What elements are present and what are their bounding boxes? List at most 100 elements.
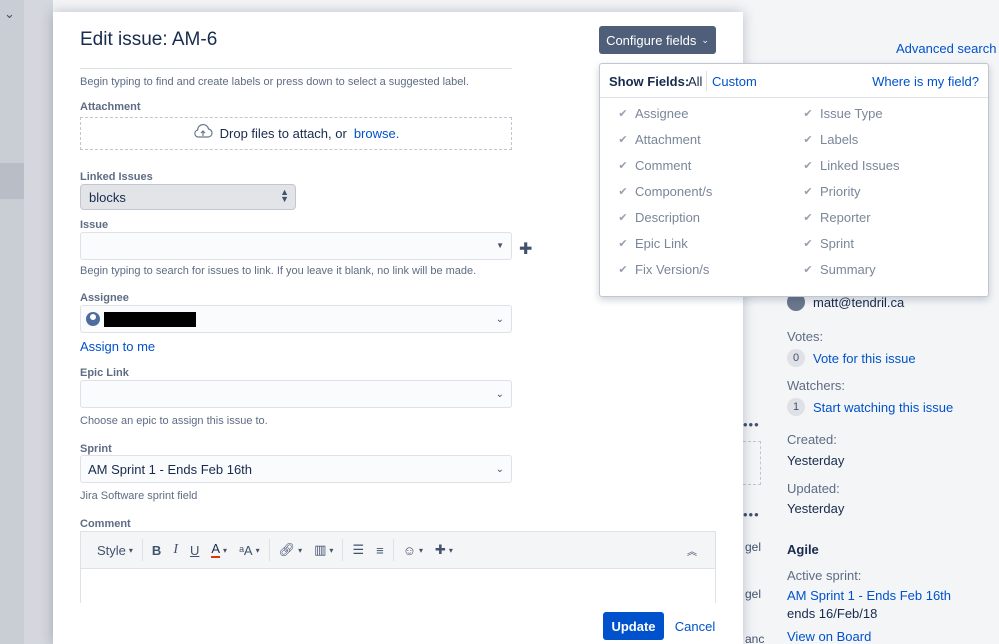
field-option[interactable]: ✔ Epic Link bbox=[618, 228, 808, 254]
link-button[interactable]: 🔗︎ ▾ bbox=[273, 539, 309, 561]
checkmark-icon: ✔ bbox=[803, 133, 813, 146]
emoji-icon: ☺ bbox=[402, 542, 416, 558]
more-actions-icon[interactable]: ••• bbox=[743, 507, 760, 522]
comment-label: Comment bbox=[80, 518, 131, 530]
issue-search-input[interactable]: ▼ bbox=[80, 232, 512, 260]
vote-link-text[interactable]: Vote for this issue bbox=[813, 351, 916, 366]
field-option[interactable]: ✔ Comment bbox=[618, 150, 808, 176]
drop-area-fragment bbox=[743, 441, 761, 485]
field-option-label: Assignee bbox=[635, 105, 689, 121]
bullet-list-button[interactable]: ☰ bbox=[346, 539, 370, 561]
link-type-select[interactable]: blocks ▲ ▼ bbox=[80, 184, 296, 210]
checkmark-icon: ✔ bbox=[803, 185, 813, 198]
toolbar-divider bbox=[342, 539, 344, 561]
field-option[interactable]: ✔ Labels bbox=[803, 124, 993, 150]
field-option[interactable]: ✔ Priority bbox=[803, 176, 993, 202]
italic-button[interactable]: I bbox=[167, 539, 184, 561]
field-option[interactable]: ✔ Component/s bbox=[618, 176, 808, 202]
labels-help-text: Begin typing to find and create labels o… bbox=[80, 76, 469, 88]
checkmark-icon: ✔ bbox=[618, 133, 628, 146]
nav-active-item[interactable] bbox=[0, 163, 24, 199]
active-sprint-label: Active sprint: bbox=[787, 568, 862, 583]
field-option[interactable]: ✔ Attachment bbox=[618, 124, 808, 150]
field-option-label: Summary bbox=[820, 261, 876, 277]
vote-link[interactable]: 0 Vote for this issue bbox=[787, 349, 916, 367]
watch-link[interactable]: 1 Start watching this issue bbox=[787, 398, 953, 416]
watchers-label: Watchers: bbox=[787, 378, 846, 393]
insert-more-button[interactable]: ✚ ▾ bbox=[429, 539, 459, 561]
checkmark-icon: ✔ bbox=[803, 263, 813, 276]
app-sidebar: ⌄ bbox=[0, 0, 53, 644]
dropdown-arrow-icon[interactable]: ▼ bbox=[496, 241, 504, 250]
issue-help-text: Begin typing to search for issues to lin… bbox=[80, 265, 477, 277]
background-text-fragment: gel bbox=[745, 587, 762, 601]
toolbar-divider bbox=[268, 539, 270, 561]
text-size-button[interactable]: ᵃA ▾ bbox=[233, 539, 266, 561]
assign-to-me-link[interactable]: Assign to me bbox=[80, 339, 155, 354]
labels-field-edge bbox=[80, 68, 512, 69]
update-button[interactable]: Update bbox=[603, 612, 664, 640]
chevron-down-icon: ▾ bbox=[298, 545, 303, 555]
select-arrows-icon: ▲ ▼ bbox=[280, 187, 289, 204]
field-option[interactable]: ✔ Issue Type bbox=[803, 98, 993, 124]
configure-fields-label: Configure fields bbox=[606, 32, 697, 48]
attachment-button[interactable]: ▥ ▾ bbox=[308, 539, 339, 561]
emoji-button[interactable]: ☺ ▾ bbox=[397, 539, 429, 561]
field-option[interactable]: ✔ Fix Version/s bbox=[618, 254, 808, 280]
field-option-label: Comment bbox=[635, 157, 692, 173]
chevron-down-icon: ▾ bbox=[128, 545, 133, 555]
chevron-down-icon[interactable]: ⌄ bbox=[496, 389, 504, 400]
dialog-title: Edit issue: AM-6 bbox=[80, 29, 218, 50]
comment-editor[interactable]: Style ▾ B I U A ▾ ᵃA ▾ 🔗︎ ▾ ▥ ▾ ☰ ≡ ☺ ▾ ✚ ▾ ︽ bbox=[80, 531, 716, 603]
epic-link-label: Epic Link bbox=[80, 367, 129, 379]
cancel-button[interactable]: Cancel bbox=[670, 612, 720, 640]
active-sprint-link[interactable]: AM Sprint 1 - Ends Feb 16th bbox=[787, 588, 951, 603]
chevron-down-icon[interactable]: ⌄ bbox=[496, 314, 504, 325]
bold-button[interactable]: B bbox=[146, 539, 167, 561]
browse-link[interactable]: browse. bbox=[354, 126, 400, 141]
chevron-down-icon[interactable]: ⌄ bbox=[4, 6, 15, 22]
link-icon: 🔗︎ bbox=[278, 542, 296, 557]
numbered-list-icon: ≡ bbox=[376, 542, 384, 558]
chevron-down-icon: ▾ bbox=[329, 545, 334, 555]
plus-icon[interactable]: ✚ bbox=[519, 239, 532, 259]
watch-link-text[interactable]: Start watching this issue bbox=[813, 400, 953, 415]
field-option[interactable]: ✔ Summary bbox=[803, 254, 993, 280]
where-is-my-field-link[interactable]: Where is my field? bbox=[872, 74, 979, 89]
field-list-left: ✔ Assignee ✔ Attachment ✔ Comment ✔ Componen… bbox=[618, 98, 808, 280]
plus-icon: ✚ bbox=[434, 542, 446, 557]
chevron-down-icon[interactable]: ⌄ bbox=[496, 464, 504, 475]
advanced-search-link[interactable]: Advanced search bbox=[896, 41, 996, 56]
checkmark-icon: ✔ bbox=[618, 185, 628, 198]
bullet-list-icon: ☰ bbox=[352, 542, 365, 557]
text-color-button[interactable]: A ▾ bbox=[205, 539, 233, 561]
option-custom[interactable]: Custom bbox=[712, 74, 757, 89]
text-size-icon: ᵃA bbox=[239, 542, 253, 558]
checkmark-icon: ✔ bbox=[618, 107, 628, 120]
epic-link-select[interactable]: ⌄ bbox=[80, 380, 512, 408]
linked-issues-label: Linked Issues bbox=[80, 171, 153, 183]
assignee-select[interactable]: ⌄ bbox=[80, 305, 512, 333]
sprint-value: AM Sprint 1 - Ends Feb 16th bbox=[88, 461, 253, 477]
field-option-label: Priority bbox=[820, 183, 861, 199]
field-option[interactable]: ✔ Linked Issues bbox=[803, 150, 993, 176]
field-option[interactable]: ✔ Description bbox=[618, 202, 808, 228]
sprint-select[interactable]: AM Sprint 1 - Ends Feb 16th ⌄ bbox=[80, 455, 512, 483]
field-list-right: ✔ Issue Type ✔ Labels ✔ Linked Issues ✔ Prio… bbox=[803, 98, 993, 280]
more-actions-icon[interactable]: ••• bbox=[743, 417, 760, 432]
collapse-toolbar-icon[interactable]: ︽ bbox=[681, 539, 703, 561]
option-all[interactable]: All bbox=[688, 74, 702, 89]
style-dropdown[interactable]: Style ▾ bbox=[91, 539, 139, 561]
checkmark-icon: ✔ bbox=[803, 159, 813, 172]
sprint-label: Sprint bbox=[80, 443, 112, 455]
configure-fields-button[interactable]: Configure fields ⌄ bbox=[599, 26, 716, 54]
sprint-ends: ends 16/Feb/18 bbox=[787, 606, 878, 621]
attachment-dropzone[interactable]: Drop files to attach, or browse. bbox=[80, 117, 512, 150]
field-option[interactable]: ✔ Sprint bbox=[803, 228, 993, 254]
field-option[interactable]: ✔ Assignee bbox=[618, 98, 808, 124]
checkmark-icon: ✔ bbox=[618, 237, 628, 250]
underline-button[interactable]: U bbox=[184, 539, 205, 561]
field-option[interactable]: ✔ Reporter bbox=[803, 202, 993, 228]
numbered-list-button[interactable]: ≡ bbox=[370, 539, 390, 561]
view-on-board-link[interactable]: View on Board bbox=[787, 629, 871, 644]
